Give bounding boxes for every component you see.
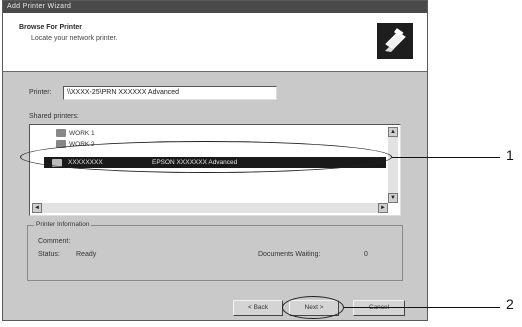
printer-icon (377, 23, 413, 59)
callout-line-1 (392, 157, 500, 159)
header-title: Browse For Printer (19, 24, 83, 31)
documents-waiting-label: Documents Waiting: (258, 251, 321, 258)
comment-label: Comment: (38, 238, 71, 245)
tree-item-label: WORK 1 (69, 130, 95, 137)
shared-printers-label: Shared printers: (29, 113, 79, 120)
documents-waiting-value: 0 (364, 251, 368, 258)
scroll-left-button[interactable]: ◄ (32, 203, 42, 213)
printer-path-input[interactable]: \\XXXX-25\PRN XXXXXX Advanced (63, 86, 277, 100)
callout-line-2 (344, 307, 500, 309)
scroll-down-button[interactable]: ▼ (388, 193, 398, 203)
tree-item-work1[interactable]: WORK 1 (56, 129, 95, 139)
printer-information-group: Printer Information Comment: Status: Rea… (27, 221, 403, 281)
header-subtitle: Locate your network printer. (31, 35, 118, 42)
scroll-right-button[interactable]: ► (378, 203, 388, 213)
horizontal-scrollbar[interactable]: ◄ ► (32, 203, 388, 213)
callout-number-2: 2 (506, 296, 514, 312)
status-label: Status: (38, 251, 60, 258)
back-button[interactable]: < Back (233, 300, 283, 316)
callout-ellipse-2 (282, 296, 344, 319)
vertical-scrollbar[interactable]: ▲ ▼ (388, 127, 398, 203)
group-legend: Printer Information (34, 221, 92, 228)
wizard-header: Browse For Printer Locate your network p… (3, 13, 427, 72)
callout-ellipse-1 (20, 141, 392, 173)
network-icon (56, 129, 66, 138)
printer-label: Printer: (29, 89, 52, 96)
scroll-up-button[interactable]: ▲ (388, 127, 398, 137)
callout-number-1: 1 (506, 147, 514, 163)
status-value: Ready (76, 251, 97, 258)
window-title: Add Printer Wizard (3, 1, 427, 13)
